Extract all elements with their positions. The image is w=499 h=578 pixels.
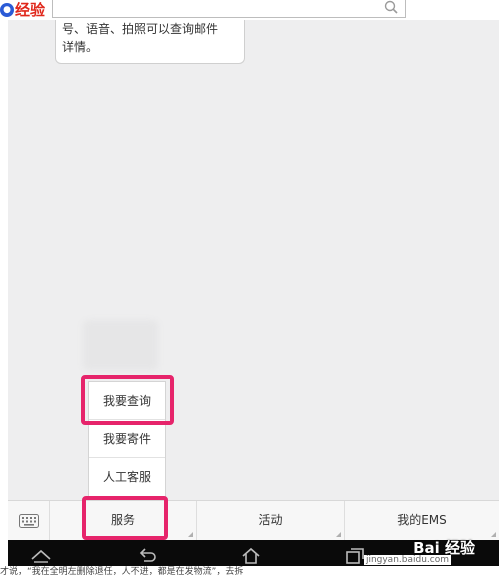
submenu-indicator-icon: [336, 532, 341, 537]
chat-message-line: 号、语音、拍照可以查询邮件: [62, 22, 219, 36]
baidu-jingyan-logo[interactable]: ● 经验: [0, 0, 45, 20]
tab-my-ems-label: 我的EMS: [397, 513, 447, 527]
menu-item-customer-service[interactable]: 人工客服: [89, 458, 165, 496]
highlight-box-service: [82, 496, 168, 540]
submenu-indicator-icon: [491, 532, 496, 537]
home-icon[interactable]: [240, 546, 262, 564]
search-icon[interactable]: [383, 0, 399, 16]
tab-my-ems[interactable]: 我的EMS: [345, 501, 499, 540]
blurred-region: [83, 320, 158, 370]
article-caption: 才说，“我在全明左删除退任，人不进，都是在发物流”，去拆: [0, 566, 499, 578]
tab-activity[interactable]: 活动: [197, 501, 345, 540]
menu-item-send-parcel[interactable]: 我要寄件: [89, 420, 165, 458]
keyboard-toggle-button[interactable]: [8, 501, 50, 540]
screenshot-page: ● 经验 号、语音、拍照可以查询邮件 详情。 我要查询 我要寄件 人工客服 服务…: [0, 0, 499, 578]
hide-keyboard-icon[interactable]: [30, 546, 52, 564]
chat-message-bubble: 号、语音、拍照可以查询邮件 详情。: [55, 20, 245, 64]
tab-activity-label: 活动: [258, 513, 283, 527]
highlight-box-query: [81, 375, 174, 425]
chat-area: 号、语音、拍照可以查询邮件 详情。: [8, 20, 499, 500]
recent-apps-icon[interactable]: [344, 546, 366, 564]
logo-text: 经验: [15, 1, 46, 19]
back-icon[interactable]: [136, 546, 158, 564]
top-bar: ● 经验: [0, 0, 499, 20]
baidu-paw-icon: ●: [0, 3, 14, 17]
submenu-indicator-icon: [188, 532, 193, 537]
chat-message-line: 详情。: [62, 40, 99, 54]
watermark-url: jingyan.baidu.com: [363, 555, 451, 565]
keyboard-icon: [18, 513, 39, 528]
search-input[interactable]: [52, 0, 406, 18]
